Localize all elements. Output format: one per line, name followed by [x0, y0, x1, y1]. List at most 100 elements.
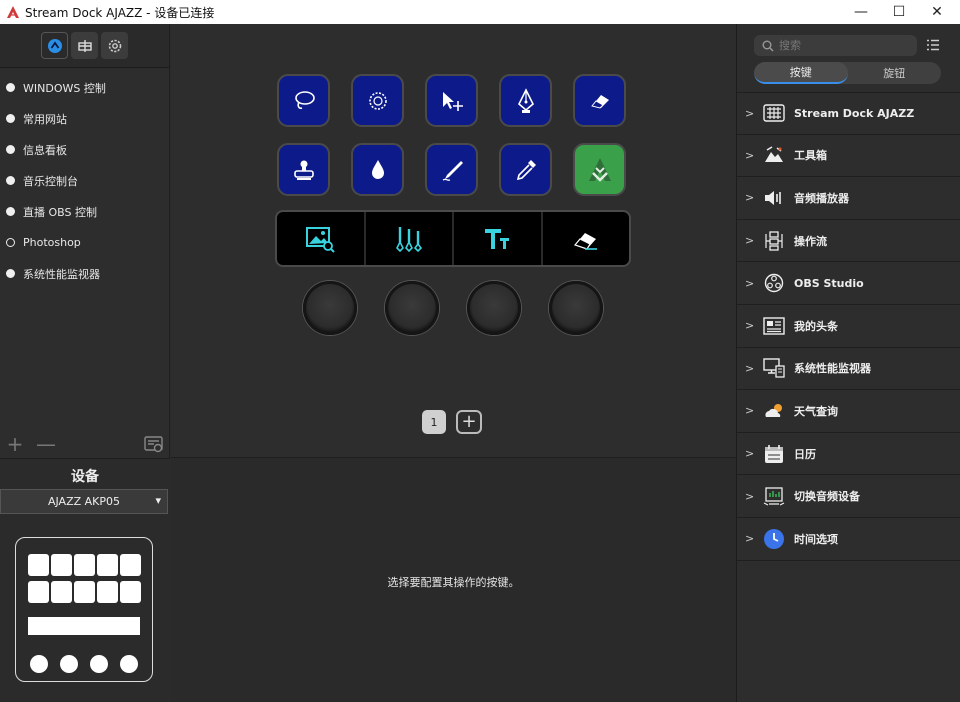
list-view-icon[interactable]: [926, 38, 940, 52]
device-key-preview: [74, 581, 95, 603]
key-2[interactable]: [351, 74, 404, 127]
profile-item[interactable]: 音乐控制台: [0, 165, 169, 196]
chevron-right-icon: >: [745, 276, 755, 290]
workflow-icon: [763, 230, 785, 252]
speaker-icon: [763, 187, 785, 209]
profile-item-active[interactable]: Photoshop: [0, 227, 169, 258]
touch-segment-2[interactable]: [366, 212, 454, 265]
category-switch-audio-device[interactable]: > 切换音频设备: [737, 475, 960, 518]
profile-dot-icon: [6, 83, 15, 92]
device-title: 设备: [71, 469, 99, 485]
settings-button[interactable]: [101, 32, 128, 59]
profile-item[interactable]: 直播 OBS 控制: [0, 196, 169, 227]
chevron-right-icon: >: [745, 319, 755, 333]
key-9[interactable]: [499, 143, 552, 196]
key-3[interactable]: [425, 74, 478, 127]
touch-segment-1[interactable]: [277, 212, 366, 265]
app-logo-icon: [7, 6, 19, 18]
close-button[interactable]: ✕: [920, 0, 954, 24]
profile-item[interactable]: 信息看板: [0, 134, 169, 165]
chevron-right-icon: >: [745, 361, 755, 375]
add-profile-button[interactable]: +: [6, 432, 24, 456]
category-weather[interactable]: > 天气查询: [737, 390, 960, 433]
chevron-right-icon: >: [745, 532, 755, 546]
device-knob-preview: [120, 655, 138, 673]
minimize-button[interactable]: —: [844, 0, 878, 24]
maximize-button[interactable]: ☐: [882, 0, 916, 24]
store-icon: [47, 38, 62, 53]
image-search-icon: [306, 226, 335, 253]
profile-dot-icon: [6, 114, 15, 123]
monitor-icon: [763, 357, 785, 379]
page-button[interactable]: 1: [422, 410, 446, 434]
remove-profile-button[interactable]: —: [36, 432, 56, 456]
key-5[interactable]: [573, 74, 626, 127]
tab-knobs[interactable]: 旋钮: [848, 62, 942, 84]
profile-dot-icon: [6, 207, 15, 216]
lasso-icon: [294, 90, 315, 109]
search-input[interactable]: [779, 39, 899, 52]
move-tool-icon: [442, 91, 463, 111]
profile-item[interactable]: 系统性能监视器: [0, 258, 169, 289]
add-page-button[interactable]: +: [456, 410, 482, 434]
category-system-monitor[interactable]: > 系统性能监视器: [737, 348, 960, 391]
shop-icon: [77, 39, 92, 52]
chevron-right-icon: >: [745, 234, 755, 248]
blur-drop-icon: [371, 159, 384, 179]
knob-4[interactable]: [549, 281, 603, 335]
category-workflow[interactable]: > 操作流: [737, 220, 960, 263]
store-button[interactable]: [41, 32, 68, 59]
clock-icon: [763, 528, 785, 550]
device-key-preview: [120, 554, 141, 576]
audio-device-icon: [763, 485, 785, 507]
keyboard-grid-icon: [763, 102, 785, 124]
category-audio-player[interactable]: > 音频播放器: [737, 177, 960, 220]
profile-item[interactable]: 常用网站: [0, 103, 169, 134]
device-preview: [15, 537, 153, 682]
key-6[interactable]: [277, 143, 330, 196]
device-strip-preview: [28, 617, 140, 635]
key-8[interactable]: [425, 143, 478, 196]
knob-2[interactable]: [385, 281, 439, 335]
key-1[interactable]: [277, 74, 330, 127]
key-7[interactable]: [351, 143, 404, 196]
key-10[interactable]: [573, 143, 626, 196]
device-select[interactable]: AJAZZ AKP05 ▾: [0, 489, 168, 514]
chevron-right-icon: >: [745, 148, 755, 162]
knob-1[interactable]: [303, 281, 357, 335]
profile-config-icon[interactable]: [144, 434, 164, 454]
profile-list: WINDOWS 控制 常用网站 信息看板 音乐控制台 直播 OBS 控制 Pho…: [0, 68, 169, 289]
search-box[interactable]: [754, 35, 917, 56]
newspaper-icon: [763, 315, 785, 337]
device-knob-preview: [90, 655, 108, 673]
chevron-down-icon: ▾: [155, 494, 161, 507]
category-toolbox[interactable]: > 工具箱: [737, 135, 960, 178]
profile-item[interactable]: WINDOWS 控制: [0, 72, 169, 103]
profile-dot-icon: [6, 269, 15, 278]
category-obs-studio[interactable]: > OBS Studio: [737, 262, 960, 305]
device-canvas: 1 +: [171, 24, 736, 457]
properties-panel: 选择要配置其操作的按键。: [171, 457, 736, 702]
toolbox-icon: [763, 144, 785, 166]
stamp-icon: [293, 160, 314, 180]
smudge-icon: [442, 160, 463, 181]
title-bar: Stream Dock AJAZZ - 设备已连接 — ☐ ✕: [0, 0, 960, 24]
eyedropper-icon: [516, 159, 536, 180]
tab-keys[interactable]: 按键: [754, 62, 848, 84]
category-stream-dock-ajazz[interactable]: > Stream Dock AJAZZ: [737, 92, 960, 135]
device-key-preview: [97, 581, 118, 603]
right-panel: 按键 旋钮 > Stream Dock AJAZZ > 工具箱 > 音频播放器 …: [736, 24, 960, 702]
key-4[interactable]: [499, 74, 552, 127]
profile-active-dot-icon: [6, 238, 15, 247]
category-time-options[interactable]: > 时间选项: [737, 518, 960, 561]
device-key-preview: [120, 581, 141, 603]
ajazz-logo-icon: [588, 157, 611, 182]
device-key-preview: [97, 554, 118, 576]
search-icon: [762, 40, 774, 52]
category-calendar[interactable]: > 日历: [737, 433, 960, 476]
profile-store-button[interactable]: [71, 32, 98, 59]
touch-segment-4[interactable]: [543, 212, 630, 265]
touch-segment-3[interactable]: [454, 212, 543, 265]
knob-3[interactable]: [467, 281, 521, 335]
category-news[interactable]: > 我的头条: [737, 305, 960, 348]
